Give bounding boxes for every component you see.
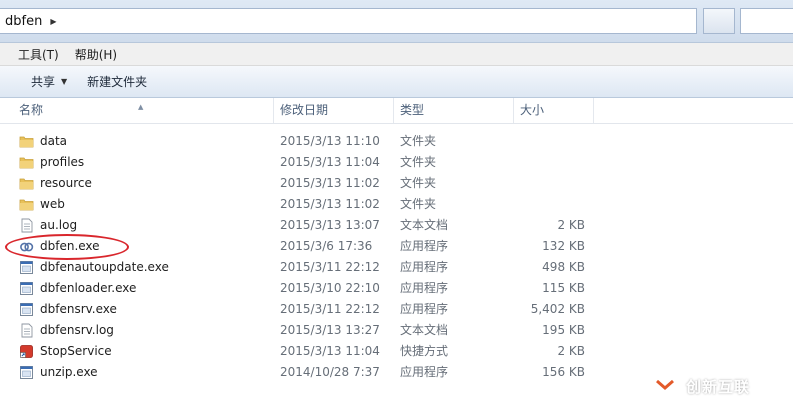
file-row[interactable]: dbfensrv.exe 2015/3/11 22:12 应用程序 5,402 KB [0, 299, 793, 320]
column-name-label: 名称 [19, 103, 44, 117]
column-type-label: 类型 [400, 103, 425, 117]
file-name: unzip.exe [40, 365, 98, 379]
command-bar: 共享 ▼ 新建文件夹 [0, 66, 793, 98]
folder-icon [19, 134, 34, 149]
file-name: au.log [40, 218, 78, 232]
file-modified-date: 2014/10/28 7:37 [280, 365, 380, 379]
file-row[interactable]: data 2015/3/13 11:10 文件夹 [0, 131, 793, 152]
file-size: 5,402 KB [530, 302, 585, 316]
file-name: StopService [40, 344, 112, 358]
file-name: dbfensrv.log [40, 323, 114, 337]
exe-icon [19, 260, 34, 275]
file-row[interactable]: dbfenloader.exe 2015/3/10 22:10 应用程序 115 KB [0, 278, 793, 299]
file-type: 文件夹 [400, 155, 437, 169]
file-type: 文件夹 [400, 134, 437, 148]
watermark-logo: 创新互联 [648, 368, 793, 404]
file-size: 195 KB [542, 323, 585, 337]
file-modified-date: 2015/3/10 22:10 [280, 281, 380, 295]
exe-icon [19, 365, 34, 380]
file-size: 2 KB [557, 344, 585, 358]
new-folder-button[interactable]: 新建文件夹 [77, 73, 157, 90]
file-row[interactable]: dbfensrv.log 2015/3/13 13:27 文本文档 195 KB [0, 320, 793, 341]
text-file-icon [19, 218, 34, 233]
file-modified-date: 2015/3/13 11:02 [280, 176, 380, 190]
file-size: 2 KB [557, 218, 585, 232]
file-size: 498 KB [542, 260, 585, 274]
text-file-icon [19, 323, 34, 338]
chevron-right-icon[interactable]: ▶ [50, 17, 56, 26]
file-modified-date: 2015/3/11 22:12 [280, 302, 380, 316]
file-modified-date: 2015/3/13 11:02 [280, 197, 380, 211]
file-type: 文件夹 [400, 176, 437, 190]
folder-icon [19, 197, 34, 212]
file-type: 应用程序 [400, 302, 449, 316]
file-size [514, 131, 585, 152]
file-name: profiles [40, 155, 85, 169]
new-folder-label: 新建文件夹 [87, 75, 148, 89]
column-type[interactable]: 类型 [394, 98, 514, 123]
menu-bar: 工具(T) 帮助(H) [0, 43, 793, 66]
folder-icon [19, 155, 34, 170]
file-row[interactable]: StopService 2015/3/13 11:04 快捷方式 2 KB [0, 341, 793, 362]
folder-icon [19, 176, 34, 191]
column-size[interactable]: 大小 [514, 98, 594, 123]
file-row[interactable]: dbfenautoupdate.exe 2015/3/11 22:12 应用程序 49… [0, 257, 793, 278]
dbfen-app-icon [19, 239, 34, 254]
breadcrumb[interactable]: dbfen ▶ [0, 8, 697, 34]
shortcut-icon [19, 344, 34, 359]
file-name: data [40, 134, 68, 148]
file-type: 应用程序 [400, 365, 449, 379]
column-size-label: 大小 [520, 103, 545, 117]
address-bar: dbfen ▶ [0, 0, 793, 43]
menu-help[interactable]: 帮助(H) [67, 46, 125, 63]
file-row[interactable]: profiles 2015/3/13 11:04 文件夹 [0, 152, 793, 173]
file-size [514, 194, 585, 215]
file-size: 132 KB [542, 239, 585, 253]
exe-icon [19, 281, 34, 296]
column-date[interactable]: 修改日期 [274, 98, 394, 123]
file-type: 应用程序 [400, 281, 449, 295]
file-name: dbfenautoupdate.exe [40, 260, 169, 274]
file-type: 文本文档 [400, 218, 449, 232]
file-type: 快捷方式 [400, 344, 449, 358]
file-name: dbfen.exe [40, 239, 100, 253]
file-type: 应用程序 [400, 260, 449, 274]
file-row[interactable]: au.log 2015/3/13 13:07 文本文档 2 KB [0, 215, 793, 236]
file-modified-date: 2015/3/13 11:10 [280, 134, 380, 148]
watermark-icon [649, 370, 681, 402]
file-size [514, 152, 585, 173]
file-name: web [40, 197, 65, 211]
column-header-row: 名称 ▲ 修改日期 类型 大小 [0, 98, 793, 124]
file-name: resource [40, 176, 92, 190]
file-size [514, 173, 585, 194]
breadcrumb-item[interactable]: dbfen [0, 14, 42, 29]
exe-icon [19, 302, 34, 317]
file-name: dbfenloader.exe [40, 281, 137, 295]
file-modified-date: 2015/3/13 13:27 [280, 323, 380, 337]
file-type: 应用程序 [400, 239, 449, 253]
file-size: 156 KB [542, 365, 585, 379]
watermark-text: 创新互联 [686, 377, 751, 396]
share-label: 共享 [31, 75, 56, 89]
column-date-label: 修改日期 [280, 103, 329, 117]
sort-ascending-icon: ▲ [138, 103, 144, 111]
chevron-down-icon: ▼ [61, 77, 68, 86]
search-input[interactable] [740, 8, 793, 34]
file-modified-date: 2015/3/11 22:12 [280, 260, 380, 274]
file-size: 115 KB [542, 281, 585, 295]
file-modified-date: 2015/3/13 11:04 [280, 344, 380, 358]
file-row[interactable]: web 2015/3/13 11:02 文件夹 [0, 194, 793, 215]
file-modified-date: 2015/3/13 13:07 [280, 218, 380, 232]
share-button[interactable]: 共享 ▼ [0, 73, 77, 90]
file-name: dbfensrv.exe [40, 302, 117, 316]
file-modified-date: 2015/3/6 17:36 [280, 239, 373, 253]
file-row[interactable]: resource 2015/3/13 11:02 文件夹 [0, 173, 793, 194]
refresh-button[interactable] [703, 8, 735, 34]
menu-tools[interactable]: 工具(T) [0, 46, 67, 63]
file-row[interactable]: dbfen.exe 2015/3/6 17:36 应用程序 132 KB [0, 236, 793, 257]
file-type: 文件夹 [400, 197, 437, 211]
file-type: 文本文档 [400, 323, 449, 337]
column-name[interactable]: 名称 ▲ [0, 98, 274, 123]
file-modified-date: 2015/3/13 11:04 [280, 155, 380, 169]
